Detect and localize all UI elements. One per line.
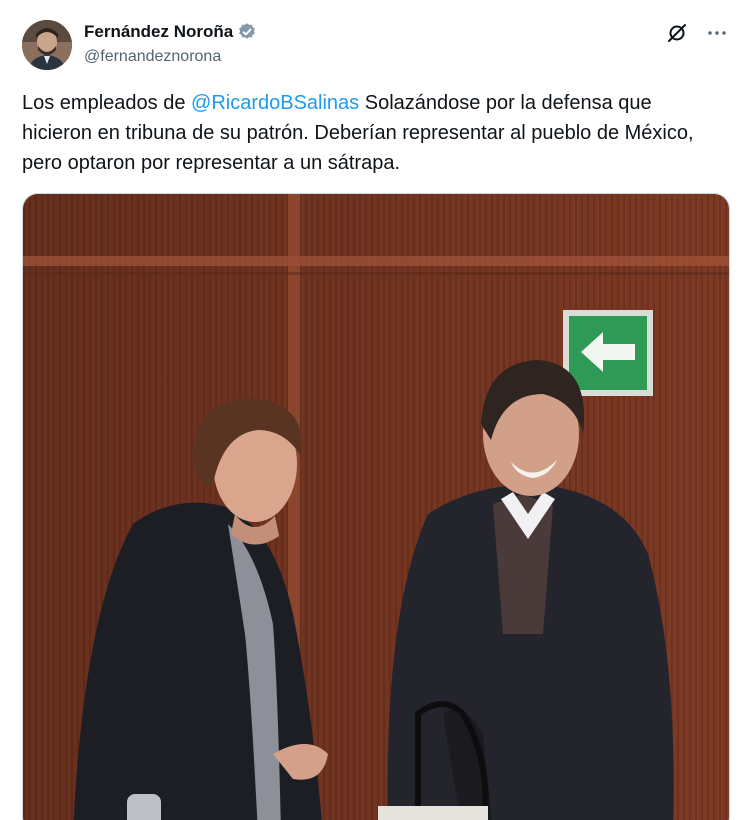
- display-name[interactable]: Fernández Noroña: [84, 22, 233, 42]
- verified-badge-icon[interactable]: [237, 22, 257, 42]
- mention-link[interactable]: @RicardoBSalinas: [191, 92, 359, 114]
- tweet-text: Los empleados de @RicardoBSalinas Solazá…: [22, 88, 722, 178]
- more-options-icon[interactable]: [704, 20, 730, 46]
- handle[interactable]: @fernandeznorona: [84, 48, 257, 66]
- grok-icon[interactable]: [664, 20, 690, 46]
- tweet-photo[interactable]: [22, 193, 730, 820]
- tweet-text-start: Los empleados de: [22, 92, 192, 114]
- tweet-card: Fernández Noroña @fernandeznorona Los em…: [0, 0, 752, 820]
- avatar[interactable]: [22, 20, 72, 70]
- top-actions: [664, 20, 730, 46]
- name-row: Fernández Noroña: [84, 20, 257, 44]
- author-header: Fernández Noroña @fernandeznorona: [84, 20, 257, 66]
